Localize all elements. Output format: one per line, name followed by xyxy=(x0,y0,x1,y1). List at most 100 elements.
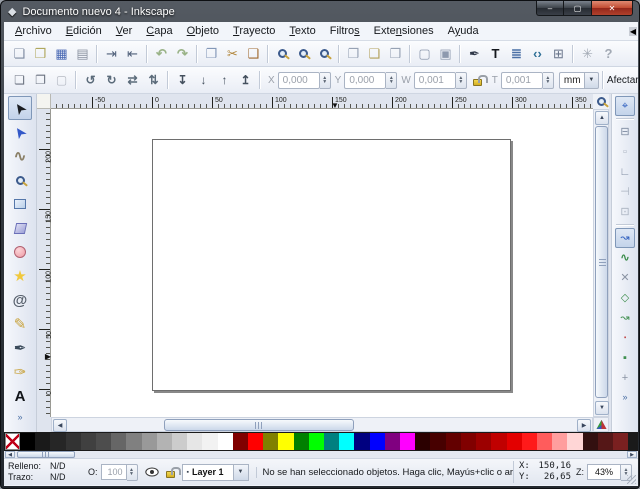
tool-calligraphy[interactable]: ✑ xyxy=(8,360,32,384)
snap-cusp-nodes[interactable]: ◇ xyxy=(615,288,635,308)
snap-bounding-box[interactable]: ⊟ xyxy=(615,122,635,142)
palette-swatch[interactable] xyxy=(598,433,613,450)
palette-swatch[interactable] xyxy=(66,433,81,450)
snap-path-intersections[interactable]: ✕ xyxy=(615,268,635,288)
palette-swatch[interactable] xyxy=(400,433,415,450)
layer-visibility-toggle[interactable] xyxy=(145,467,159,477)
vertical-ruler[interactable]: 200150100500▶ xyxy=(37,109,51,417)
zoom-input[interactable]: 43% xyxy=(587,464,621,480)
snap-paths[interactable]: ∿ xyxy=(615,248,635,268)
unit-selector[interactable]: mm▼ xyxy=(559,72,599,89)
menu-capa[interactable]: Capa xyxy=(139,23,179,39)
new-document[interactable]: ❏ xyxy=(9,43,30,64)
palette-swatch[interactable] xyxy=(96,433,111,450)
text-dialog[interactable]: T xyxy=(485,43,506,64)
preferences[interactable]: ✳ xyxy=(577,43,598,64)
undo[interactable]: ↶ xyxy=(151,43,172,64)
raise[interactable]: ↑ xyxy=(214,70,235,91)
zoom-corner-button[interactable] xyxy=(593,94,609,109)
field-spinner[interactable]: ▲▼ xyxy=(386,72,397,89)
palette-swatch[interactable] xyxy=(20,433,35,450)
lower-to-bottom[interactable]: ↧ xyxy=(172,70,193,91)
scroll-right-button[interactable]: ▶ xyxy=(577,419,591,432)
unit-dropdown-button[interactable]: ▼ xyxy=(585,72,599,89)
canvas[interactable] xyxy=(51,109,593,417)
copy[interactable]: ❐ xyxy=(201,43,222,64)
menu-objeto[interactable]: Objeto xyxy=(180,23,226,39)
vertical-scroll-thumb[interactable] xyxy=(595,126,608,398)
palette-swatch[interactable] xyxy=(126,433,141,450)
palette-swatch[interactable] xyxy=(142,433,157,450)
tool-3dbox[interactable] xyxy=(8,216,32,240)
palette-scroll-left-button[interactable]: ◀ xyxy=(5,451,15,458)
select-ungroup[interactable]: ▣ xyxy=(435,43,456,64)
palette-swatch[interactable] xyxy=(537,433,552,450)
palette-swatch[interactable] xyxy=(461,433,476,450)
snap-midpoints[interactable]: ∙ xyxy=(615,328,635,348)
palette-swatch[interactable] xyxy=(552,433,567,450)
palette-swatch[interactable] xyxy=(248,433,263,450)
horizontal-scrollbar[interactable]: ◀ ▶ xyxy=(51,417,593,432)
menu-ver[interactable]: Ver xyxy=(109,23,140,39)
scroll-down-button[interactable]: ▼ xyxy=(595,401,609,415)
palette-swatch[interactable] xyxy=(613,433,628,450)
snap-bbox-edges[interactable]: ▫ xyxy=(615,142,635,162)
xml-editor[interactable]: ‹› xyxy=(527,43,548,64)
palette-swatch[interactable] xyxy=(278,433,293,450)
opacity-input[interactable]: 100 xyxy=(101,464,127,480)
palette-swatch[interactable] xyxy=(157,433,172,450)
document-properties[interactable]: ? xyxy=(598,43,619,64)
resize-grip[interactable] xyxy=(627,475,636,484)
menu-edición[interactable]: Edición xyxy=(59,23,109,39)
print-document[interactable]: ▤ xyxy=(72,43,93,64)
palette-scroll-thumb[interactable] xyxy=(17,451,75,458)
tool-zoom[interactable] xyxy=(8,168,32,192)
select-group[interactable]: ▢ xyxy=(414,43,435,64)
fill-stroke-indicator[interactable]: Relleno: N/D Trazo: N/D xyxy=(8,461,80,483)
fill-stroke-dialog[interactable]: ✒ xyxy=(464,43,485,64)
palette-swatch[interactable] xyxy=(233,433,248,450)
tool-ellipse[interactable] xyxy=(8,240,32,264)
tool-node-editor[interactable]: ➤ xyxy=(8,120,32,144)
menu-ayuda[interactable]: Ayuda xyxy=(441,23,486,39)
menu-archivo[interactable]: Archivo xyxy=(8,23,59,39)
menu-filtros[interactable]: Filtros xyxy=(323,23,367,39)
import[interactable]: ⇥ xyxy=(101,43,122,64)
raise-to-top[interactable]: ↥ xyxy=(235,70,256,91)
menu-texto[interactable]: Texto xyxy=(282,23,322,39)
palette-swatch[interactable] xyxy=(507,433,522,450)
palette-swatch[interactable] xyxy=(50,433,65,450)
save-document[interactable]: ▦ xyxy=(51,43,72,64)
palette-swatch[interactable] xyxy=(35,433,50,450)
dimension-lock-toggle[interactable] xyxy=(467,70,488,91)
page[interactable] xyxy=(152,139,511,391)
palette-swatch[interactable] xyxy=(339,433,354,450)
tool-spiral[interactable]: @ xyxy=(8,288,32,312)
snapbar-overflow-button[interactable]: » xyxy=(622,392,627,402)
snap-page-border[interactable]: + xyxy=(615,368,635,388)
palette-swatch[interactable] xyxy=(370,433,385,450)
vertical-scrollbar[interactable]: ▲ ▼ xyxy=(593,109,609,417)
maximize-button[interactable]: ▢ xyxy=(564,1,591,16)
tool-selector[interactable]: ➤ xyxy=(8,96,32,120)
zoom-drawing[interactable] xyxy=(293,43,314,64)
select-all[interactable]: ❏ xyxy=(9,70,30,91)
cut[interactable]: ✂ xyxy=(222,43,243,64)
field-spinner[interactable]: ▲▼ xyxy=(543,72,554,89)
palette-swatch[interactable] xyxy=(430,433,445,450)
palette-swatch[interactable] xyxy=(583,433,598,450)
palette-swatch[interactable] xyxy=(172,433,187,450)
palette-swatch[interactable] xyxy=(324,433,339,450)
deselect[interactable]: ▢ xyxy=(51,70,72,91)
field-input[interactable]: 0,000 xyxy=(344,72,386,89)
palette-swatch[interactable] xyxy=(491,433,506,450)
snap-smooth-nodes[interactable]: ↝ xyxy=(615,308,635,328)
field-input[interactable]: 0,001 xyxy=(414,72,456,89)
field-spinner[interactable]: ▲▼ xyxy=(456,72,467,89)
create-clone[interactable]: ❑ xyxy=(364,43,385,64)
layer-dropdown-button[interactable]: ▼ xyxy=(234,464,249,481)
palette-swatch[interactable] xyxy=(522,433,537,450)
snap-bbox-corners[interactable]: ∟ xyxy=(615,162,635,182)
palette-scroll-right-button[interactable]: ▶ xyxy=(627,451,637,458)
snap-object-centers[interactable]: ▪ xyxy=(615,348,635,368)
